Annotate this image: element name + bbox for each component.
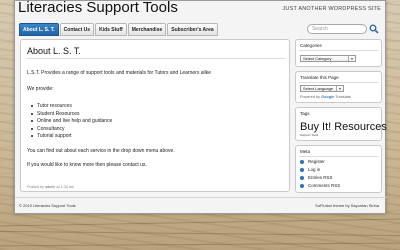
list-item: Tutorial support [31,133,112,141]
tag-support-tools[interactable]: Support Tools [300,133,318,137]
meta-link-label: Comments RSS [308,183,341,188]
meta-link-register[interactable]: Register [300,159,325,164]
site-tagline: JUST ANOTHER WORDPRESS SITE [282,6,381,12]
divider [299,156,379,157]
main-navigation: About L. S. T. Contact Us Kids Stuff Mer… [19,23,219,36]
tab-subscribers-area[interactable]: Subscriber's Area [167,23,218,36]
divider [299,82,379,83]
widget-title: Meta [300,149,311,154]
divider [15,197,387,198]
meta-link-label: Register [308,159,325,164]
post-dropdown-note: You can find out about each service in t… [27,148,175,154]
list-item: Tutor resources [31,103,112,111]
services-list: Tutor resources Student Resources Online… [31,103,112,141]
divider [27,58,285,59]
meta-link-label: Log in [308,167,321,172]
site-header: Literacies Support Tools JUST ANOTHER WO… [15,0,387,21]
meta-link-entries-rss[interactable]: Entries RSS [300,175,333,180]
chevron-down-icon: ▼ [348,56,355,61]
list-item: Student Resources [31,111,112,119]
footer-theme-credit[interactable]: SoFlution theme by Sayontan Sinha [315,203,379,208]
footer-copyright: © 2010 Literacies Support Tools [19,203,76,208]
post-title[interactable]: About L. S. T. [27,46,81,56]
category-select[interactable]: Select Category ▼ [300,55,356,62]
post-we-provide: We provide: [27,86,54,92]
powered-prefix: Powered by [300,95,321,99]
powered-by-google[interactable]: Powered by Google Translate [300,95,351,99]
widget-tags: Tags Buy It! Resources Support Tools [295,107,387,141]
bullet-icon [300,159,304,164]
chevron-down-icon: ▼ [336,86,343,91]
tab-contact-us[interactable]: Contact Us [59,23,95,36]
site-frame: Literacies Support Tools JUST ANOTHER WO… [14,0,387,214]
bullet-icon [300,183,304,188]
main-content: About L. S. T. L.S.T. Provides a range o… [20,39,290,192]
list-item: Online and live help and guidance [31,118,112,126]
tab-about[interactable]: About L. S. T. [19,23,59,36]
meta-link-label: Entries RSS [308,175,333,180]
post-meta-time: at 1:34 am [56,185,75,189]
list-item: Consultancy [31,126,112,134]
bullet-icon [300,167,304,172]
category-select-value: Select Category [303,56,332,61]
tab-kids-stuff[interactable]: Kids Stuff [95,23,127,36]
meta-link-comments-rss[interactable]: Comments RSS [300,183,340,188]
widget-categories: Categories Select Category ▼ [295,39,382,67]
widget-title: Tags [300,111,310,116]
language-select-value: Select Language [303,86,334,91]
bullet-icon [300,175,304,180]
meta-link-login[interactable]: Log in [300,167,320,172]
widget-title: Categories [300,43,322,48]
search-icon[interactable] [369,24,379,34]
post-intro: L.S.T. Provides a range of support tools… [27,70,211,76]
language-select[interactable]: Select Language ▼ [300,85,344,92]
divider [299,50,379,51]
powered-suffix: Translate [335,95,351,99]
widget-translate: Translate this Page Select Language ▼ Po… [295,71,382,103]
post-meta-prefix: Posted by [27,185,44,189]
widget-meta: Meta Register Log in Entries RSS Comment… [295,145,382,193]
tag-buy-it-resources[interactable]: Buy It! Resources [300,121,387,133]
google-logo: Google [321,95,335,99]
tab-merchandise[interactable]: Merchandise [127,23,167,36]
widget-title: Translate this Page [300,75,339,80]
post-author-link[interactable]: admin [45,185,55,189]
site-title[interactable]: Literacies Support Tools [18,0,178,16]
post-meta: Posted by admin at 1:34 am [27,185,74,189]
search-input[interactable]: Search [307,24,367,34]
post-contact-note: If you would like to know more then plea… [27,162,147,168]
